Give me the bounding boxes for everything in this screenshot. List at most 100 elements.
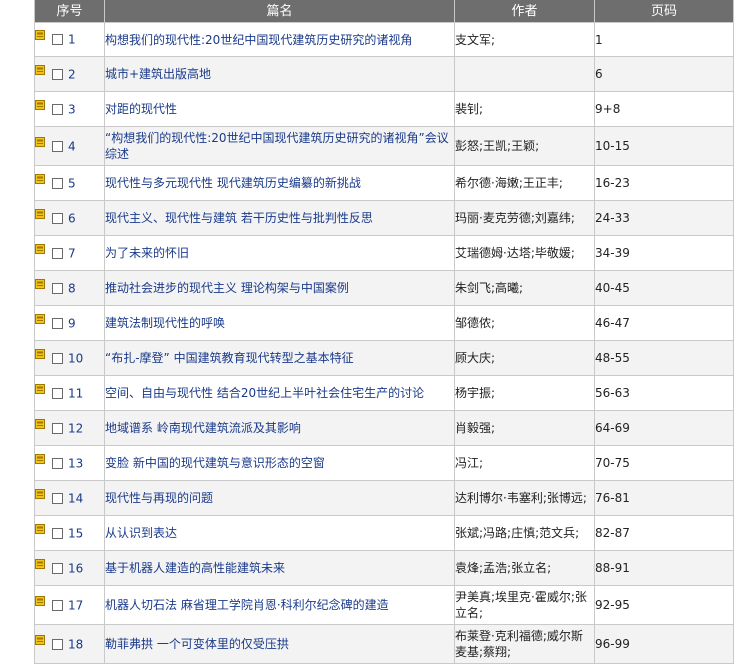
row-number: 11 xyxy=(68,386,84,401)
select-checkbox[interactable] xyxy=(52,352,63,364)
select-checkbox[interactable] xyxy=(52,387,63,399)
title-cell: 现代性与多元现代性 现代建筑历史编纂的新挑战 xyxy=(104,165,455,201)
article-title-link[interactable]: 空间、自由与现代性 结合20世纪上半叶社会住宅生产的讨论 xyxy=(105,386,424,400)
folder-icon[interactable] xyxy=(35,136,45,147)
folder-icon[interactable] xyxy=(35,523,45,534)
folder-icon[interactable] xyxy=(35,595,45,606)
folder-icon[interactable] xyxy=(35,558,45,569)
title-cell: 勒菲弗拱 一个可变体里的仅受压拱 xyxy=(104,624,455,664)
table-row: 13 变脸 新中国的现代建筑与意识形态的空窗 冯江; 70-75 xyxy=(34,445,734,481)
article-title-link[interactable]: 现代性与再现的问题 xyxy=(105,491,213,505)
table-row: 7 为了未来的怀旧 艾瑞德姆·达塔;毕敬媛; 34-39 xyxy=(34,235,734,271)
pages-cell: 76-81 xyxy=(594,480,734,516)
row-index-cell: 14 xyxy=(34,480,105,516)
article-title-link[interactable]: 基于机器人建造的高性能建筑未来 xyxy=(105,561,285,575)
row-index-cell: 12 xyxy=(34,410,105,446)
select-checkbox[interactable] xyxy=(52,140,63,152)
author-cell: 裴钊; xyxy=(454,91,595,127)
pages-cell: 6 xyxy=(594,56,734,92)
row-number: 2 xyxy=(68,67,76,82)
article-title-link[interactable]: 现代性与多元现代性 现代建筑历史编纂的新挑战 xyxy=(105,176,361,190)
article-title-link[interactable]: 从认识到表达 xyxy=(105,526,177,540)
select-checkbox[interactable] xyxy=(52,34,63,46)
select-checkbox[interactable] xyxy=(52,282,63,294)
folder-icon[interactable] xyxy=(35,634,45,645)
row-index-cell: 2 xyxy=(34,56,105,92)
author-cell: 达利博尔·韦塞利;张博远; xyxy=(454,480,595,516)
article-title-link[interactable]: 城市+建筑出版高地 xyxy=(105,67,211,81)
article-title-link[interactable]: 对距的现代性 xyxy=(105,102,177,116)
folder-icon[interactable] xyxy=(35,383,45,394)
select-checkbox[interactable] xyxy=(52,212,63,224)
title-cell: 变脸 新中国的现代建筑与意识形态的空窗 xyxy=(104,445,455,481)
row-index-cell: 9 xyxy=(34,305,105,341)
folder-icon[interactable] xyxy=(35,488,45,499)
pages-cell: 48-55 xyxy=(594,340,734,376)
article-title-link[interactable]: 现代主义、现代性与建筑 若干历史性与批判性反思 xyxy=(105,211,373,225)
article-title-link[interactable]: 勒菲弗拱 一个可变体里的仅受压拱 xyxy=(105,637,289,651)
title-cell: 空间、自由与现代性 结合20世纪上半叶社会住宅生产的讨论 xyxy=(104,375,455,411)
author-cell: 顾大庆; xyxy=(454,340,595,376)
articles-table: 序号 篇名 作者 页码 1 构想我们的现代性:20世纪中国现代建筑历史研究的诸视角… xyxy=(34,0,734,664)
table-row: 2 城市+建筑出版高地 6 xyxy=(34,56,734,92)
row-index-cell: 5 xyxy=(34,165,105,201)
select-checkbox[interactable] xyxy=(52,492,63,504)
title-cell: 基于机器人建造的高性能建筑未来 xyxy=(104,550,455,586)
author-cell: 艾瑞德姆·达塔;毕敬媛; xyxy=(454,235,595,271)
article-title-link[interactable]: 构想我们的现代性:20世纪中国现代建筑历史研究的诸视角 xyxy=(105,33,412,47)
article-title-link[interactable]: “构想我们的现代性:20世纪中国现代建筑历史研究的诸视角”会议综述 xyxy=(105,131,449,161)
row-number: 5 xyxy=(68,176,76,191)
title-cell: 建筑法制现代性的呼唤 xyxy=(104,305,455,341)
folder-icon[interactable] xyxy=(35,29,45,41)
author-cell: 冯江; xyxy=(454,445,595,481)
article-title-link[interactable]: 为了未来的怀旧 xyxy=(105,246,189,260)
article-title-link[interactable]: 地域谱系 岭南现代建筑流派及其影响 xyxy=(105,421,301,435)
folder-icon[interactable] xyxy=(35,453,45,464)
row-number: 12 xyxy=(68,421,84,436)
row-number: 17 xyxy=(68,598,84,613)
article-title-link[interactable]: 变脸 新中国的现代建筑与意识形态的空窗 xyxy=(105,456,325,470)
folder-icon[interactable] xyxy=(35,278,45,289)
column-header-index: 序号 xyxy=(34,0,105,23)
select-checkbox[interactable] xyxy=(52,638,63,650)
pages-cell: 82-87 xyxy=(594,515,734,551)
folder-icon[interactable] xyxy=(35,418,45,429)
folder-icon[interactable] xyxy=(35,64,45,75)
pages-cell: 9+8 xyxy=(594,91,734,127)
select-checkbox[interactable] xyxy=(52,317,63,329)
row-number: 4 xyxy=(68,139,76,154)
select-checkbox[interactable] xyxy=(52,177,63,189)
row-index-cell: 3 xyxy=(34,91,105,127)
folder-icon[interactable] xyxy=(35,313,45,324)
article-title-link[interactable]: “布扎-摩登” 中国建筑教育现代转型之基本特征 xyxy=(105,351,354,365)
select-checkbox[interactable] xyxy=(52,599,63,611)
folder-icon[interactable] xyxy=(35,173,45,184)
pages-cell: 34-39 xyxy=(594,235,734,271)
author-cell: 玛丽·麦克劳德;刘嘉纬; xyxy=(454,200,595,236)
select-checkbox[interactable] xyxy=(52,247,63,259)
folder-icon[interactable] xyxy=(35,99,45,110)
pages-cell: 40-45 xyxy=(594,270,734,306)
article-title-link[interactable]: 建筑法制现代性的呼唤 xyxy=(105,316,225,330)
row-number: 18 xyxy=(68,637,84,652)
article-title-link[interactable]: 推动社会进步的现代主义 理论构架与中国案例 xyxy=(105,281,349,295)
author-cell: 布莱登·克利福德;威尔斯 麦基;蔡翔; xyxy=(454,624,595,664)
select-checkbox[interactable] xyxy=(52,562,63,574)
table-row: 10 “布扎-摩登” 中国建筑教育现代转型之基本特征 顾大庆; 48-55 xyxy=(34,340,734,376)
author-cell: 朱剑飞;高曦; xyxy=(454,270,595,306)
select-checkbox[interactable] xyxy=(52,527,63,539)
select-checkbox[interactable] xyxy=(52,457,63,469)
title-cell: 构想我们的现代性:20世纪中国现代建筑历史研究的诸视角 xyxy=(104,22,455,57)
select-checkbox[interactable] xyxy=(52,422,63,434)
author-cell: 杨宇振; xyxy=(454,375,595,411)
row-index-cell: 6 xyxy=(34,200,105,236)
folder-icon[interactable] xyxy=(35,208,45,219)
folder-icon[interactable] xyxy=(35,348,45,359)
author-cell xyxy=(454,56,595,92)
select-checkbox[interactable] xyxy=(52,103,63,115)
pages-cell: 1 xyxy=(594,22,734,57)
folder-icon[interactable] xyxy=(35,243,45,254)
row-index-cell: 7 xyxy=(34,235,105,271)
article-title-link[interactable]: 机器人切石法 麻省理工学院肖恩·科利尔纪念碑的建造 xyxy=(105,598,389,612)
select-checkbox[interactable] xyxy=(52,68,63,80)
